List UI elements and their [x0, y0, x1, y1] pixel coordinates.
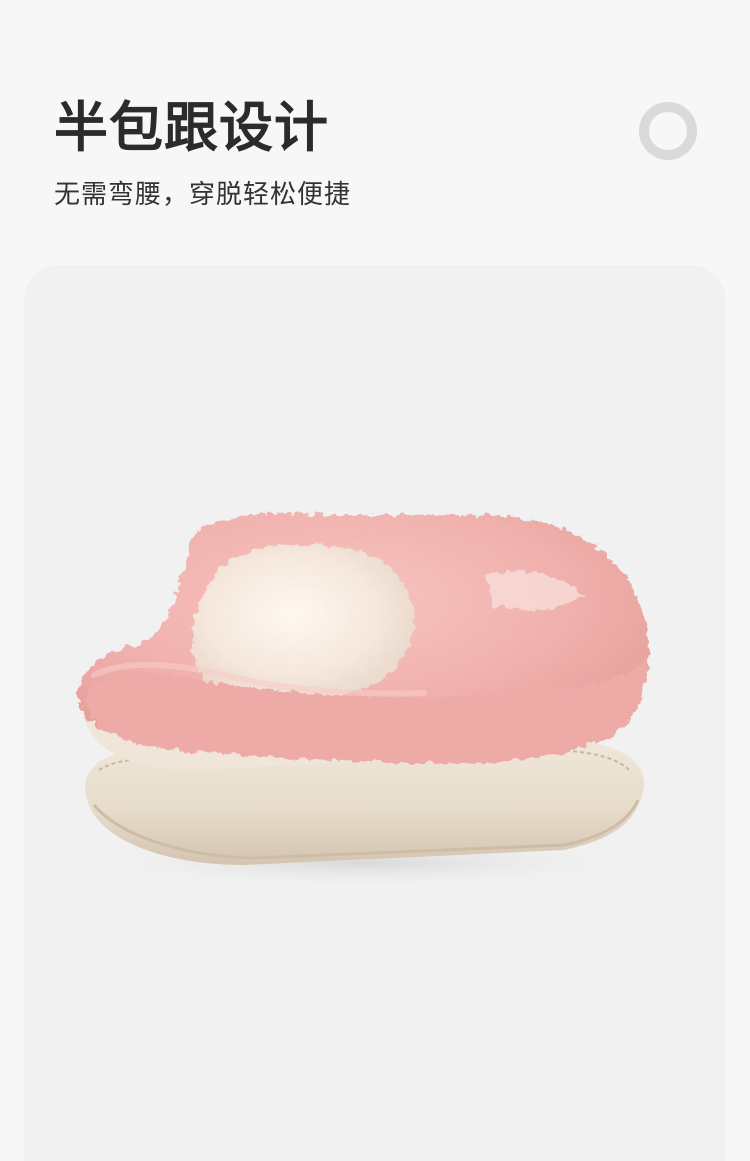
slipper-illustration	[64, 513, 664, 889]
product-photo-card	[24, 265, 726, 1161]
page-title: 半包跟设计	[54, 96, 329, 159]
ring-icon	[639, 102, 697, 160]
header: 半包跟设计 无需弯腰，穿脱轻松便捷	[0, 0, 750, 265]
page-subtitle: 无需弯腰，穿脱轻松便捷	[54, 180, 352, 210]
